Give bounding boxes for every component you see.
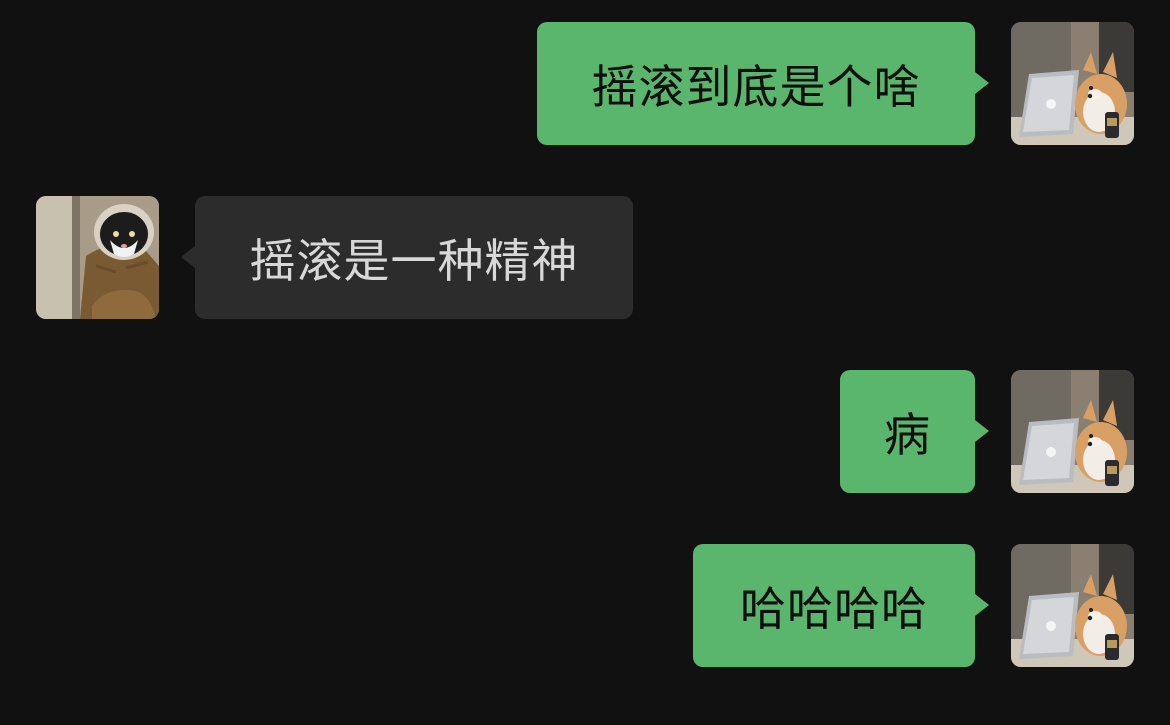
message-bubble-sent[interactable]: 病 — [840, 370, 975, 493]
bubble-tail — [181, 246, 195, 268]
message-row-sent: 哈哈哈哈 — [0, 544, 1170, 667]
cat-avatar[interactable] — [36, 196, 159, 319]
bubble-tail — [975, 72, 989, 94]
bubble-tail — [975, 594, 989, 616]
corgi-avatar[interactable] — [1011, 544, 1134, 667]
corgi-avatar-image — [1011, 22, 1134, 145]
message-text: 病 — [884, 407, 931, 462]
message-row-sent: 摇滚到底是个啥 — [0, 22, 1170, 145]
message-bubble-received[interactable]: 摇滚是一种精神 — [195, 196, 633, 319]
cat-avatar-image — [36, 196, 159, 319]
bubble-tail — [975, 420, 989, 442]
message-text: 摇滚到底是个啥 — [591, 59, 921, 114]
corgi-avatar[interactable] — [1011, 22, 1134, 145]
chat-message-list: 摇滚到底是个啥 摇滚是一种精神 病 哈哈哈哈 — [0, 0, 1170, 725]
corgi-avatar-image — [1011, 544, 1134, 667]
message-text: 摇滚是一种精神 — [249, 233, 579, 288]
message-bubble-sent[interactable]: 哈哈哈哈 — [693, 544, 975, 667]
message-row-received: 摇滚是一种精神 — [0, 196, 1170, 319]
message-text: 哈哈哈哈 — [740, 581, 928, 636]
corgi-avatar-image — [1011, 370, 1134, 493]
message-bubble-sent[interactable]: 摇滚到底是个啥 — [537, 22, 975, 145]
message-row-sent: 病 — [0, 370, 1170, 493]
corgi-avatar[interactable] — [1011, 370, 1134, 493]
